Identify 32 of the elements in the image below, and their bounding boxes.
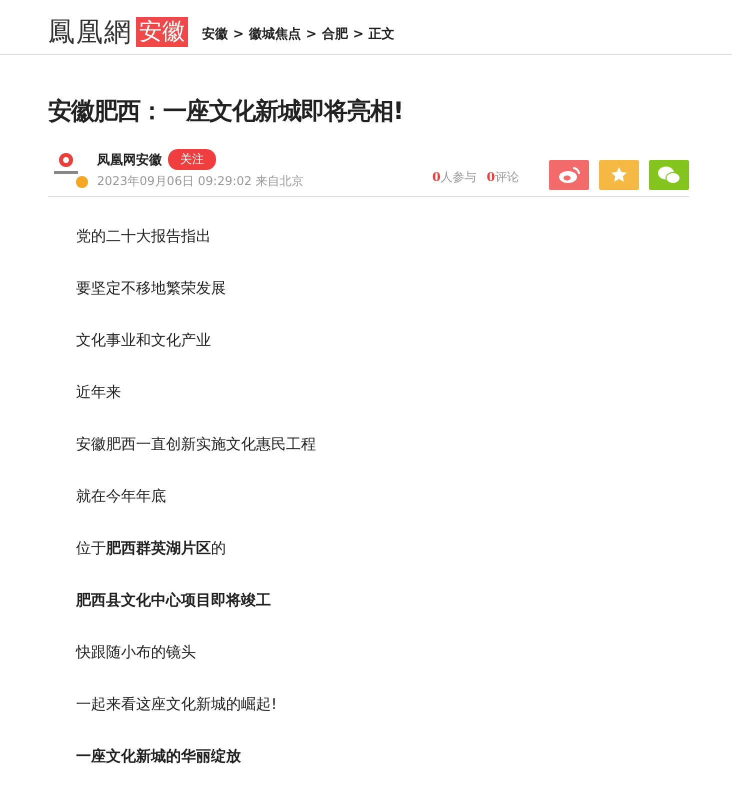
- publish-info: 2023年09月06日 09:29:02 来自北京: [97, 173, 305, 190]
- paragraph: 就在今年年底: [76, 487, 167, 505]
- breadcrumb-separator: >: [233, 26, 244, 42]
- paragraph: 快跟随小布的镜头: [76, 643, 197, 661]
- breadcrumb-link[interactable]: 合肥: [322, 25, 348, 43]
- article-title: 安徽肥西：一座文化新城即将亮相!: [48, 96, 404, 127]
- author-name[interactable]: 凤凰网安徽: [97, 150, 162, 168]
- breadcrumb-link[interactable]: 正文: [368, 25, 395, 43]
- chat-bubbles-icon: [657, 165, 681, 185]
- breadcrumb-separator: >: [352, 26, 364, 42]
- breadcrumb-link[interactable]: 安徽: [202, 25, 228, 43]
- paragraph: 要坚定不移地繁荣发展: [76, 279, 227, 297]
- region-logo[interactable]: 安徽: [136, 17, 188, 47]
- weibo-share-button[interactable]: [549, 160, 589, 190]
- paragraph: 肥西县文化中心项目即将竣工: [76, 591, 272, 609]
- wechat-share-button[interactable]: [649, 160, 689, 190]
- paragraph: 位于肥西群英湖片区的: [76, 539, 227, 557]
- paragraph: 一座文化新城的华丽绽放: [76, 747, 242, 765]
- paragraph: 党的二十大报告指出: [76, 227, 212, 245]
- paragraph: 文化事业和文化产业: [76, 331, 212, 349]
- stat-count[interactable]: 0评论: [486, 169, 519, 186]
- paragraph: 安徽肥西一直创新实施文化惠民工程: [76, 435, 317, 453]
- paragraph: 一起来看这座文化新城的崛起!: [76, 695, 278, 713]
- stat-count[interactable]: 0人参与: [432, 169, 477, 186]
- favorite-button[interactable]: [599, 160, 639, 190]
- follow-button[interactable]: 关注: [168, 149, 216, 170]
- breadcrumb-separator: >: [306, 26, 317, 42]
- star-icon: [610, 166, 628, 184]
- site-logo[interactable]: 鳳凰網: [48, 14, 132, 50]
- breadcrumb-link[interactable]: 徽城焦点: [248, 25, 301, 43]
- weibo-icon: [558, 166, 580, 184]
- paragraph: 近年来: [76, 383, 122, 401]
